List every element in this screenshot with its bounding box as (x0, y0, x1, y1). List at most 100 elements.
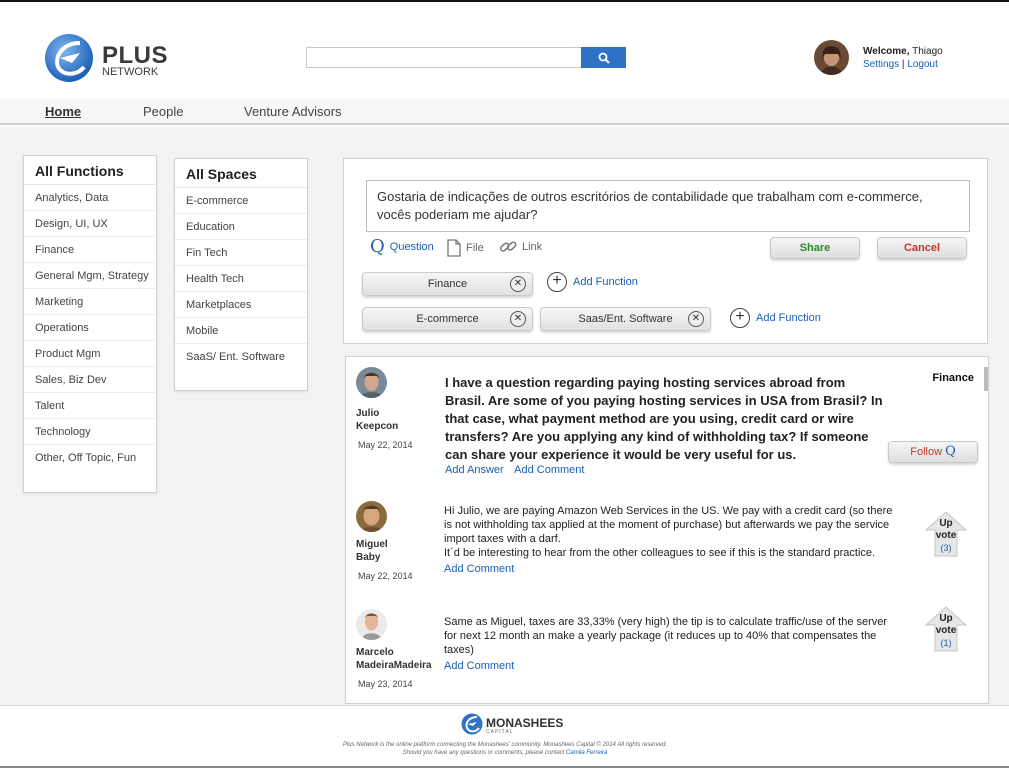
file-tool[interactable]: File (447, 239, 484, 257)
user-links: Settings | Logout (863, 59, 938, 70)
author-last-name: Keepcon (356, 421, 399, 432)
author-avatar[interactable] (356, 367, 387, 398)
answer-actions: Add Comment (444, 563, 522, 575)
tag-chip: Saas/Ent. Software ✕ (540, 307, 711, 331)
add-function-label: Add Function (756, 312, 821, 324)
post-tag[interactable]: Finance (932, 372, 974, 384)
compose-textarea[interactable]: Gostaria de indicações de outros escritó… (366, 180, 970, 232)
add-function-label: Add Function (573, 276, 638, 288)
author-first-name: Julio (356, 408, 380, 419)
upvote-button[interactable]: Up vote (1) (924, 605, 968, 653)
tag-label: Saas/Ent. Software (578, 313, 673, 325)
author-last-name: Baby (356, 552, 381, 563)
spaces-panel: All Spaces E-commerce Education Fin Tech… (174, 158, 308, 391)
tag-chip: Finance ✕ (362, 272, 533, 296)
space-item[interactable]: SaaS/ Ent. Software (175, 344, 307, 370)
question-tool[interactable]: Q Question (370, 236, 434, 257)
tag-label: E-commerce (416, 313, 479, 325)
author-name[interactable]: Miguel Baby (356, 538, 388, 564)
file-label: File (466, 242, 484, 254)
function-item[interactable]: Design, UI, UX (24, 211, 156, 237)
logout-link[interactable]: Logout (907, 59, 938, 70)
functions-panel: All Functions Analytics, Data Design, UI… (23, 155, 157, 493)
tag-chip: E-commerce ✕ (362, 307, 533, 331)
space-item[interactable]: Marketplaces (175, 292, 307, 318)
space-item[interactable]: Education (175, 214, 307, 240)
author-last-name: MadeiraMadeira (356, 660, 432, 671)
function-item[interactable]: Marketing (24, 289, 156, 315)
function-item[interactable]: Talent (24, 393, 156, 419)
post-date: May 23, 2014 (358, 679, 413, 689)
user-avatar[interactable] (814, 40, 849, 75)
brand-subtitle: NETWORK (102, 66, 159, 78)
link-tool[interactable]: Link (499, 239, 542, 255)
answer-actions: Add Comment (444, 660, 522, 672)
function-item[interactable]: General Mgm, Strategy (24, 263, 156, 289)
question-actions: Add Answer Add Comment (445, 464, 592, 476)
remove-tag-icon[interactable]: ✕ (510, 311, 526, 327)
post-date: May 22, 2014 (358, 571, 413, 581)
upvote-label-line: Up (939, 518, 953, 529)
add-answer-link[interactable]: Add Answer (445, 464, 504, 476)
search-icon (598, 52, 610, 64)
follow-button[interactable]: Follow Q (888, 441, 978, 463)
answer-paragraph: Same as Miguel, taxes are 33,33% (very h… (444, 616, 888, 656)
function-item[interactable]: Operations (24, 315, 156, 341)
function-item[interactable]: Analytics, Data (24, 185, 156, 211)
add-comment-link[interactable]: Add Comment (514, 464, 584, 476)
user-name: Thiago (912, 46, 943, 57)
space-item[interactable]: Health Tech (175, 266, 307, 292)
nav-venture-advisors[interactable]: Venture Advisors (244, 104, 342, 119)
monashees-logo-icon[interactable] (461, 713, 483, 735)
author-avatar[interactable] (356, 609, 387, 640)
settings-link[interactable]: Settings (863, 59, 899, 70)
author-name[interactable]: Julio Keepcon (356, 407, 398, 433)
function-item[interactable]: Product Mgm (24, 341, 156, 367)
file-icon (447, 239, 461, 257)
answer-post: Marcelo MadeiraMadeira May 23, 2014 Same… (346, 605, 986, 702)
welcome-prefix: Welcome, (863, 46, 910, 57)
link-label: Link (522, 241, 543, 253)
upvote-label-line: vote (935, 530, 957, 541)
function-item[interactable]: Sales, Biz Dev (24, 367, 156, 393)
answer-post: Miguel Baby May 22, 2014 Hi Julio, we ar… (346, 497, 986, 592)
add-function-button[interactable]: + Add Function (547, 272, 638, 292)
answer-text: Same as Miguel, taxes are 33,33% (very h… (444, 615, 894, 657)
upvote-count: (1) (940, 638, 952, 648)
question-post: Julio Keepcon May 22, 2014 Finance I hav… (346, 357, 986, 487)
plus-icon: + (730, 308, 750, 328)
plus-network-logo-icon[interactable] (44, 33, 94, 83)
spaces-title: All Spaces (175, 159, 307, 188)
answer-paragraph: Hi Julio, we are paying Amazon Web Servi… (444, 505, 893, 545)
space-item[interactable]: E-commerce (175, 188, 307, 214)
nav-people[interactable]: People (143, 104, 183, 119)
question-icon: Q (370, 236, 385, 257)
footer-contact-link[interactable]: Camila Ferreira (566, 750, 607, 756)
top-border (0, 0, 1009, 2)
search-input[interactable] (306, 47, 582, 68)
space-item[interactable]: Mobile (175, 318, 307, 344)
remove-tag-icon[interactable]: ✕ (510, 276, 526, 292)
nav-home[interactable]: Home (45, 104, 81, 119)
add-comment-link[interactable]: Add Comment (444, 563, 514, 575)
add-function-button[interactable]: + Add Function (730, 308, 821, 328)
share-button[interactable]: Share (770, 237, 860, 259)
function-item[interactable]: Finance (24, 237, 156, 263)
remove-tag-icon[interactable]: ✕ (688, 311, 704, 327)
question-text: I have a question regarding paying hosti… (445, 375, 883, 462)
author-name[interactable]: Marcelo MadeiraMadeira (356, 646, 432, 672)
author-first-name: Miguel (356, 539, 388, 550)
footer-line: Plus Network is the online platform conn… (342, 742, 668, 748)
upvote-label: Up vote (924, 613, 968, 637)
answer-paragraph: It´d be interesting to hear from the oth… (444, 547, 876, 559)
space-item[interactable]: Fin Tech (175, 240, 307, 266)
search-button[interactable] (581, 47, 626, 68)
function-item[interactable]: Technology (24, 419, 156, 445)
author-avatar[interactable] (356, 501, 387, 532)
cancel-button[interactable]: Cancel (877, 237, 967, 259)
upvote-button[interactable]: Up vote (3) (924, 510, 968, 558)
function-item[interactable]: Other, Off Topic, Fun (24, 445, 156, 471)
question-feed: Julio Keepcon May 22, 2014 Finance I hav… (345, 356, 989, 704)
question-icon: Q (945, 444, 956, 459)
add-comment-link[interactable]: Add Comment (444, 660, 514, 672)
